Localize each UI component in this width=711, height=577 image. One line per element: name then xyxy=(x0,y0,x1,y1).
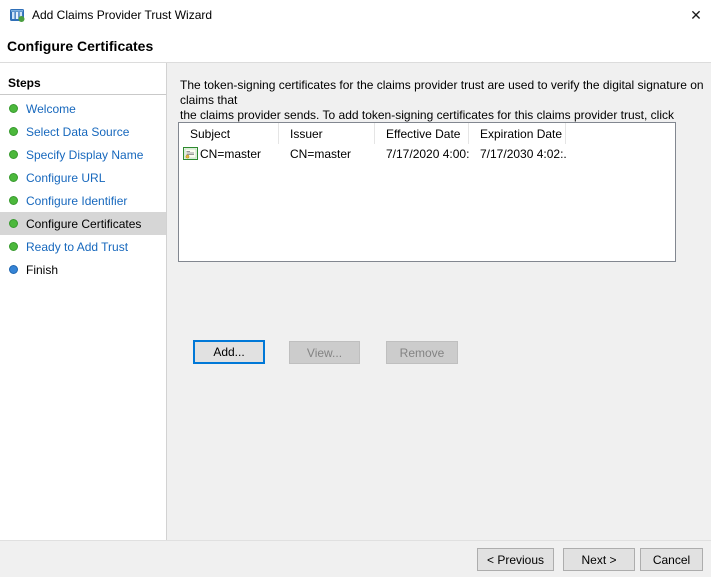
sidebar-item-configure-certificates[interactable]: Configure Certificates xyxy=(0,212,166,235)
step-done-icon xyxy=(9,242,18,251)
step-final-icon xyxy=(9,265,18,274)
step-done-icon xyxy=(9,127,18,136)
description-line-1: The token-signing certificates for the c… xyxy=(180,78,707,108)
cell-issuer: CN=master xyxy=(279,145,375,162)
sidebar-item-welcome[interactable]: Welcome xyxy=(0,97,166,120)
column-header-expiration-date[interactable]: Expiration Date xyxy=(469,123,566,144)
page-title: Configure Certificates xyxy=(7,38,153,54)
sidebar-item-ready-to-add-trust[interactable]: Ready to Add Trust xyxy=(0,235,166,258)
sidebar-item-specify-display-name[interactable]: Specify Display Name xyxy=(0,143,166,166)
steps-sidebar: Steps Welcome Select Data Source Specify… xyxy=(0,63,167,540)
cell-effective-date: 7/17/2020 4:00:... xyxy=(375,145,469,162)
table-row[interactable]: CN=master CN=master 7/17/2020 4:00:... 7… xyxy=(179,145,675,162)
sidebar-item-configure-identifier[interactable]: Configure Identifier xyxy=(0,189,166,212)
column-header-subject[interactable]: Subject xyxy=(179,123,279,144)
step-done-icon xyxy=(9,150,18,159)
sidebar-item-finish[interactable]: Finish xyxy=(0,258,166,281)
remove-button[interactable]: Remove xyxy=(386,341,458,364)
next-button[interactable]: Next > xyxy=(563,548,635,571)
main-pane: The token-signing certificates for the c… xyxy=(167,63,711,540)
step-done-icon xyxy=(9,196,18,205)
step-done-icon xyxy=(9,104,18,113)
previous-button[interactable]: < Previous xyxy=(477,548,554,571)
close-icon[interactable]: ✕ xyxy=(681,0,711,30)
app-icon xyxy=(9,7,25,23)
step-done-icon xyxy=(9,173,18,182)
cell-subject: CN=master xyxy=(179,145,279,162)
window-title: Add Claims Provider Trust Wizard xyxy=(32,8,212,22)
column-header-issuer[interactable]: Issuer xyxy=(279,123,375,144)
certificate-icon xyxy=(183,147,198,160)
cell-expiration-date: 7/17/2030 4:02:... xyxy=(469,145,566,162)
steps-divider xyxy=(0,94,166,95)
cancel-button[interactable]: Cancel xyxy=(640,548,703,571)
steps-header: Steps xyxy=(8,76,41,90)
view-button[interactable]: View... xyxy=(289,341,360,364)
sidebar-item-configure-url[interactable]: Configure URL xyxy=(0,166,166,189)
step-current-icon xyxy=(9,219,18,228)
footer-button-bar: < Previous Next > Cancel xyxy=(0,540,711,577)
certificates-table[interactable]: Subject Issuer Effective Date Expiration… xyxy=(178,122,676,262)
certificates-table-header: Subject Issuer Effective Date Expiration… xyxy=(179,123,675,144)
column-header-blank xyxy=(566,123,675,144)
window-header: Add Claims Provider Trust Wizard ✕ Confi… xyxy=(0,0,711,63)
sidebar-item-select-data-source[interactable]: Select Data Source xyxy=(0,120,166,143)
column-header-effective-date[interactable]: Effective Date xyxy=(375,123,469,144)
add-button[interactable]: Add... xyxy=(193,340,265,364)
